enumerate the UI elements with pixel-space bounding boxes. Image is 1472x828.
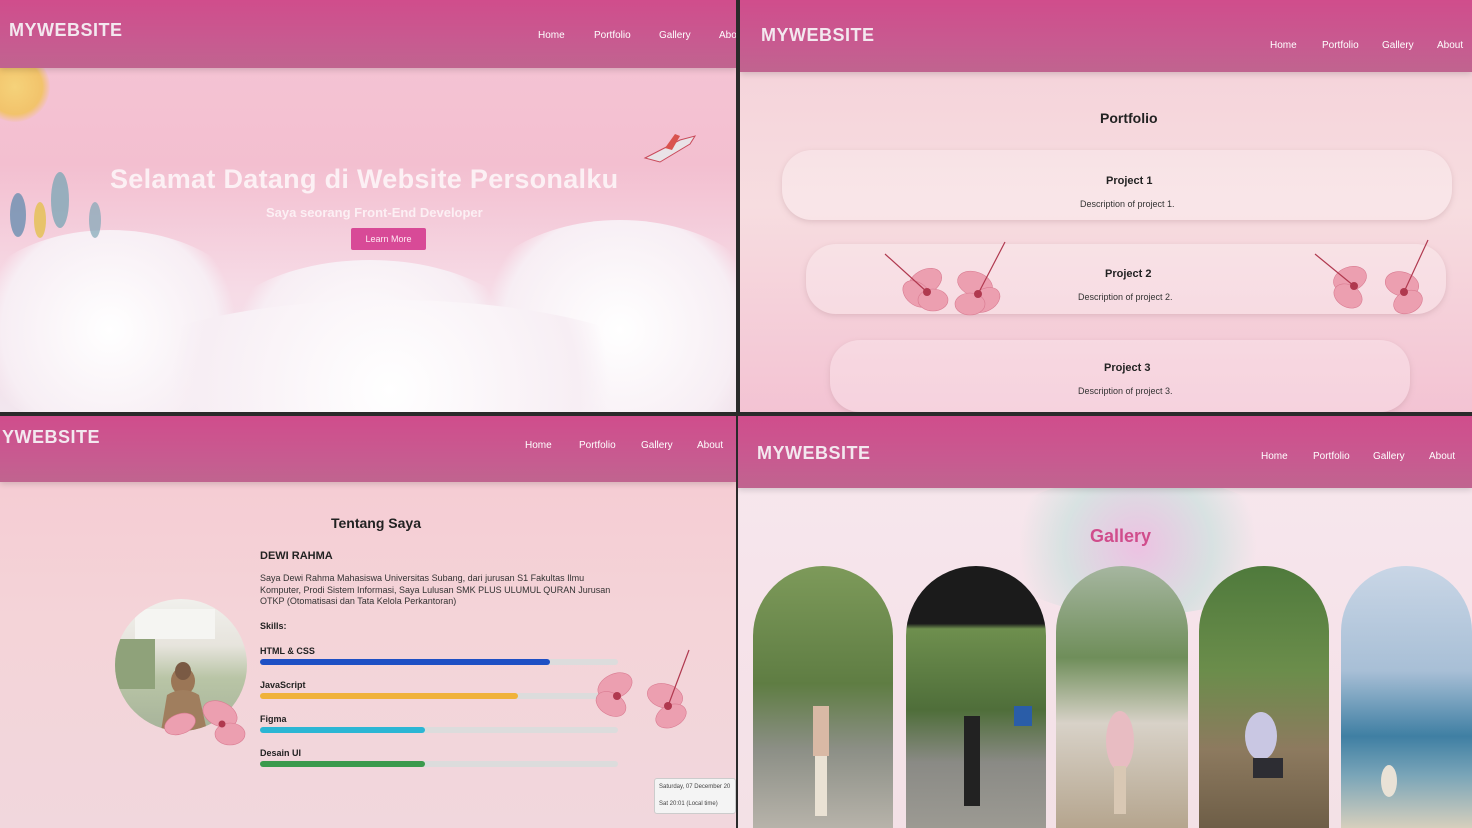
project-card[interactable]: Project 1 Description of project 1.: [782, 150, 1452, 220]
skills-label: Skills:: [260, 621, 287, 631]
nav-home[interactable]: Home: [1270, 40, 1322, 51]
skill-name: HTML & CSS: [260, 646, 315, 656]
hibiscus-icon: [595, 649, 690, 729]
nav-about[interactable]: About: [1429, 451, 1455, 462]
logo[interactable]: MYWEBSITE: [761, 25, 875, 46]
navbar: MYWEBSITE Home Portfolio Gallery About: [740, 0, 1472, 72]
gallery-photo[interactable]: [1199, 566, 1329, 828]
about-title: Tentang Saya: [331, 515, 421, 531]
gallery-photo[interactable]: [1341, 566, 1472, 828]
navbar: MYWEBSITE Home Portfolio Gallery Abo: [0, 0, 736, 68]
project-name: Project 2: [1105, 268, 1152, 280]
nav-gallery[interactable]: Gallery: [659, 30, 719, 41]
nav-gallery[interactable]: Gallery: [641, 440, 697, 451]
skill-name: Desain UI: [260, 748, 302, 758]
project-card[interactable]: Project 3 Description of project 3.: [830, 340, 1410, 412]
about-screen: YWEBSITE Home Portfolio Gallery About Te…: [0, 416, 736, 828]
skill-name: JavaScript: [260, 680, 306, 690]
nav-portfolio[interactable]: Portfolio: [579, 440, 641, 451]
gallery-photo[interactable]: [753, 566, 893, 828]
hibiscus-icon: [884, 241, 1006, 316]
navbar: YWEBSITE Home Portfolio Gallery About: [0, 416, 736, 482]
project-desc: Description of project 1.: [1080, 199, 1175, 209]
project-desc: Description of project 2.: [1078, 292, 1173, 302]
logo[interactable]: MYWEBSITE: [9, 20, 123, 41]
skill-bar-fill: [260, 659, 550, 665]
nav-portfolio[interactable]: Portfolio: [1313, 451, 1373, 462]
nav-about[interactable]: About: [1437, 40, 1463, 51]
project-name: Project 3: [1104, 362, 1151, 374]
plant-icon: [10, 172, 101, 238]
hero-screen: MYWEBSITE Home Portfolio Gallery Abo Sel…: [0, 0, 736, 412]
navbar: MYWEBSITE Home Portfolio Gallery About: [738, 416, 1472, 488]
nav-about[interactable]: Abo: [719, 30, 736, 41]
profile-bio: Saya Dewi Rahma Mahasiswa Universitas Su…: [260, 573, 611, 606]
nav-portfolio[interactable]: Portfolio: [594, 30, 659, 41]
plane-icon: [643, 134, 697, 163]
nav-home[interactable]: Home: [525, 440, 579, 451]
nav-gallery[interactable]: Gallery: [1382, 40, 1437, 51]
skill-bar: [260, 761, 618, 767]
nav-home[interactable]: Home: [538, 30, 594, 41]
nav-about[interactable]: About: [697, 440, 723, 451]
skill-name: Figma: [260, 714, 287, 724]
skill-bar: [260, 693, 618, 699]
gallery-photo[interactable]: [906, 566, 1046, 828]
nav-gallery[interactable]: Gallery: [1373, 451, 1429, 462]
profile-name: DEWI RAHMA: [260, 550, 333, 562]
skill-bar-fill: [260, 761, 425, 767]
logo[interactable]: YWEBSITE: [2, 427, 100, 448]
nav-portfolio[interactable]: Portfolio: [1322, 40, 1382, 51]
gallery-title: Gallery: [1090, 526, 1152, 546]
logo[interactable]: MYWEBSITE: [757, 443, 871, 464]
hibiscus-icon: [1314, 239, 1429, 315]
hero-title: Selamat Datang di Website Personalku: [110, 164, 619, 194]
system-clock: Saturday, 07 December 20 Sat 20:01 (Loca…: [654, 778, 736, 814]
hero-subtitle: Saya seorang Front-End Developer: [266, 205, 483, 220]
skill-bar: [260, 659, 618, 665]
learn-more-button[interactable]: Learn More: [351, 228, 426, 250]
portfolio-screen: MYWEBSITE Home Portfolio Gallery About P…: [740, 0, 1472, 412]
nav-home[interactable]: Home: [1261, 451, 1313, 462]
gallery-photo[interactable]: [1056, 566, 1188, 828]
project-desc: Description of project 3.: [1078, 386, 1173, 396]
gallery-screen: MYWEBSITE Home Portfolio Gallery About G…: [738, 416, 1472, 828]
skill-bar-fill: [260, 727, 425, 733]
skill-bar-fill: [260, 693, 518, 699]
portfolio-title: Portfolio: [1100, 110, 1158, 126]
hibiscus-icon: [164, 700, 246, 746]
skill-bar: [260, 727, 618, 733]
project-name: Project 1: [1106, 175, 1153, 187]
photo-collage: MYWEBSITE Home Portfolio Gallery Abo Sel…: [0, 0, 1472, 828]
